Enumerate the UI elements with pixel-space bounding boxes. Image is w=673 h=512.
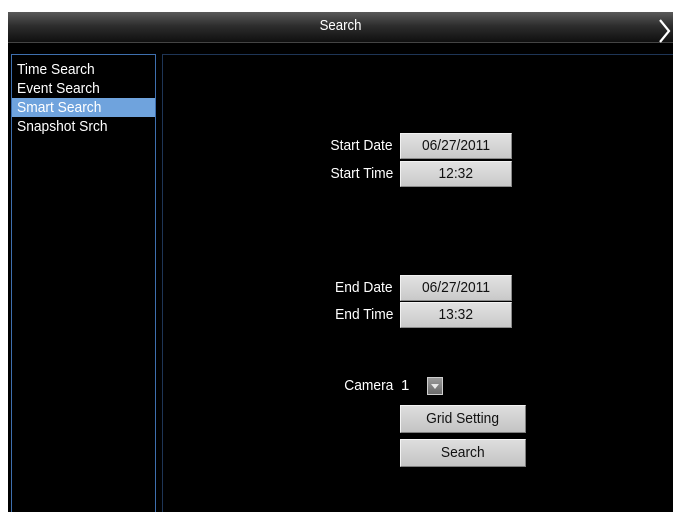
sidebar-item-label: Snapshot Srch [17, 118, 108, 135]
end-date-label: End Date [335, 279, 393, 296]
search-window: Search Time Search Event Search Smart Se… [8, 12, 673, 512]
camera-label: Camera [343, 377, 393, 394]
sidebar-item-label: Event Search [17, 80, 100, 97]
chevron-down-icon [431, 384, 439, 389]
sidebar-item-label: Time Search [17, 61, 95, 78]
start-time-label: Start Time [330, 165, 393, 182]
end-time-field[interactable]: 13:32 [400, 302, 512, 328]
end-date-field[interactable]: 06/27/2011 [400, 275, 512, 301]
sidebar-item-label: Smart Search [17, 99, 102, 116]
window-title: Search [319, 17, 362, 34]
sidebar-item-event-search[interactable]: Event Search [12, 79, 155, 98]
smart-search-panel: Start Date 06/27/2011 Start Time 12:32 E… [162, 54, 673, 512]
title-bar: Search [8, 12, 673, 43]
close-icon[interactable] [657, 18, 673, 44]
start-time-field[interactable]: 12:32 [400, 161, 512, 187]
sidebar-item-time-search[interactable]: Time Search [12, 60, 155, 79]
sidebar-item-snapshot-search[interactable]: Snapshot Srch [12, 117, 155, 136]
search-button[interactable]: Search [400, 439, 526, 467]
end-time-label: End Time [334, 306, 393, 323]
grid-setting-button[interactable]: Grid Setting [400, 405, 526, 433]
sidebar-item-smart-search[interactable]: Smart Search [12, 98, 155, 117]
start-date-field[interactable]: 06/27/2011 [400, 133, 512, 159]
search-type-menu: Time Search Event Search Smart Search Sn… [11, 54, 156, 512]
camera-dropdown[interactable] [427, 377, 443, 395]
camera-select-value[interactable]: 1 [401, 377, 409, 394]
start-date-label: Start Date [330, 137, 393, 154]
